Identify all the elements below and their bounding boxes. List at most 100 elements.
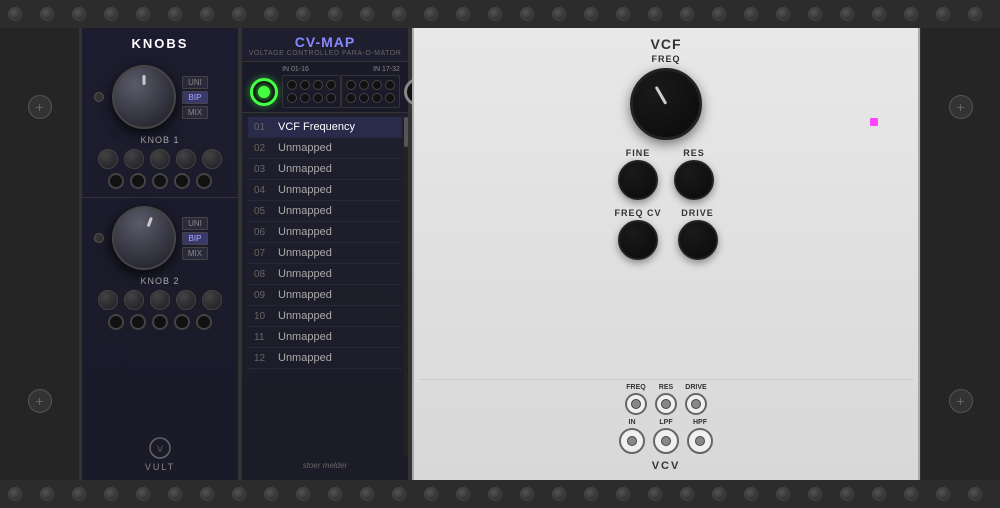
knob1-small-1[interactable] [98, 149, 118, 169]
rail-screws-bottom [0, 487, 1000, 501]
screw [648, 487, 662, 501]
knob1-port-5[interactable] [196, 173, 212, 189]
add-module-button-right[interactable]: + [949, 95, 973, 119]
cvmap-port-in1-main[interactable] [250, 78, 278, 106]
knob1[interactable] [112, 65, 176, 129]
cvmap-list-item[interactable]: 02Unmapped [248, 138, 402, 159]
knob2-port-2[interactable] [130, 314, 146, 330]
list-item-label: Unmapped [278, 310, 332, 322]
cvmap-scrollbar-thumb[interactable] [404, 117, 408, 147]
screw [456, 7, 470, 21]
mini-port[interactable] [346, 93, 356, 103]
stoermelder-text-line1: stoer [303, 461, 321, 470]
knob1-bip-button[interactable]: BIP [182, 91, 208, 104]
screw [72, 487, 86, 501]
mini-port[interactable] [300, 93, 310, 103]
knob1-small-2[interactable] [124, 149, 144, 169]
knob1-label: KNOB 1 [140, 135, 179, 145]
mini-port[interactable] [287, 80, 297, 90]
vcf-freqcv-knob[interactable] [618, 220, 658, 260]
add-module-button-right2[interactable]: + [949, 389, 973, 413]
knob1-small-3[interactable] [150, 149, 170, 169]
knob2-uni-button[interactable]: UNI [182, 217, 208, 230]
vcf-port-drive[interactable] [685, 393, 707, 415]
knob2-mix-button[interactable]: MIX [182, 247, 208, 260]
cvmap-list-item[interactable]: 03Unmapped [248, 159, 402, 180]
list-item-label: Unmapped [278, 226, 332, 238]
mini-port[interactable] [313, 80, 323, 90]
list-item-num: 10 [254, 311, 274, 322]
knob2-port-5[interactable] [196, 314, 212, 330]
cvmap-list-item[interactable]: 11Unmapped [248, 327, 402, 348]
vcf-title: VCF [651, 36, 682, 52]
vcf-res-knob[interactable] [674, 160, 714, 200]
knob2-small-3[interactable] [150, 290, 170, 310]
cvmap-list-item[interactable]: 01VCF Frequency [248, 117, 402, 138]
knob2-container: UNI BIP MIX [86, 206, 234, 270]
vcf-fine-knob[interactable] [618, 160, 658, 200]
cvmap-list-item[interactable]: 05Unmapped [248, 201, 402, 222]
cvmap-list-item[interactable]: 10 Unmapped [248, 306, 402, 327]
add-module-button-left2[interactable]: + [28, 389, 52, 413]
knob1-port-3[interactable] [152, 173, 168, 189]
mini-port[interactable] [300, 80, 310, 90]
mini-port[interactable] [385, 80, 395, 90]
mini-port[interactable] [326, 80, 336, 90]
mini-port[interactable] [372, 93, 382, 103]
knob2-port-4[interactable] [174, 314, 190, 330]
vcf-freq-knob[interactable] [630, 68, 702, 140]
knob1-port-1[interactable] [108, 173, 124, 189]
mini-port[interactable] [287, 93, 297, 103]
knob2-small-5[interactable] [202, 290, 222, 310]
vcf-port-freq[interactable] [625, 393, 647, 415]
knob2[interactable] [103, 197, 185, 279]
add-module-button-left[interactable]: + [28, 95, 52, 119]
knob1-uni-button[interactable]: UNI [182, 76, 208, 89]
cvmap-scrollbar[interactable] [404, 117, 408, 457]
screw [712, 7, 726, 21]
cvmap-list-item[interactable]: 12Unmapped [248, 348, 402, 369]
list-item-num: 03 [254, 164, 274, 175]
knob2-port-3[interactable] [152, 314, 168, 330]
knob1-small-4[interactable] [176, 149, 196, 169]
list-item-num: 06 [254, 227, 274, 238]
knob1-port-2[interactable] [130, 173, 146, 189]
mini-port[interactable] [359, 93, 369, 103]
knob1-port-4[interactable] [174, 173, 190, 189]
vcf-port-hpf[interactable] [687, 428, 713, 454]
cvmap-list-item[interactable]: 08Unmapped [248, 264, 402, 285]
screw [936, 7, 950, 21]
knob2-small-2[interactable] [124, 290, 144, 310]
cvmap-list-item[interactable]: 06 Unmapped [248, 222, 402, 243]
knob2-section: UNI BIP MIX KNOB 2 [82, 198, 238, 338]
knob2-small-1[interactable] [98, 290, 118, 310]
cvmap-list-item[interactable]: 07Unmapped [248, 243, 402, 264]
vcf-port-freq-group: FREQ [625, 384, 647, 415]
mini-port[interactable] [359, 80, 369, 90]
screw [808, 487, 822, 501]
screw [680, 487, 694, 501]
knobs-module: KNOBS UNI BIP MIX KNOB 1 [80, 28, 240, 480]
mini-port[interactable] [313, 93, 323, 103]
mini-port[interactable] [326, 93, 336, 103]
knob2-small-4[interactable] [176, 290, 196, 310]
vcf-port-res[interactable] [655, 393, 677, 415]
knob1-mix-button[interactable]: MIX [182, 106, 208, 119]
screw [168, 487, 182, 501]
knob1-small-5[interactable] [202, 149, 222, 169]
vcf-drive-knob[interactable] [678, 220, 718, 260]
vcf-port-lpf-label: LPF [659, 419, 672, 426]
vult-text: VULT [145, 462, 175, 472]
mini-port[interactable] [385, 93, 395, 103]
vcf-port-in[interactable] [619, 428, 645, 454]
vcf-module: VCF FREQ FINE RES FREQ CV [412, 28, 920, 480]
knob2-bip-button[interactable]: BIP [182, 232, 208, 245]
cvmap-list-item[interactable]: 04Unmapped [248, 180, 402, 201]
mini-port[interactable] [372, 80, 382, 90]
mini-port[interactable] [346, 80, 356, 90]
cvmap-list-item[interactable]: 09Unmapped [248, 285, 402, 306]
vcf-fine-label: FINE [626, 148, 651, 158]
knob2-port-1[interactable] [108, 314, 124, 330]
screw [424, 487, 438, 501]
vcf-port-lpf[interactable] [653, 428, 679, 454]
